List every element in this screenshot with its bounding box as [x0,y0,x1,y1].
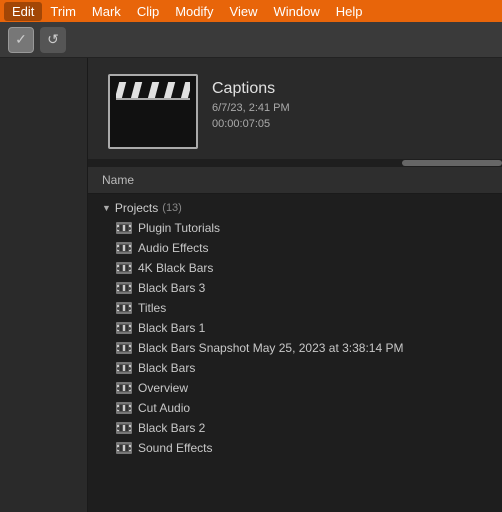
right-panel: Captions 6/7/23, 2:41 PM 00:00:07:05 Nam… [88,58,502,512]
list-item[interactable]: Black Bars [88,358,502,378]
item-label: Black Bars 1 [138,321,205,335]
preview-thumbnail [108,74,198,149]
projects-section: ▼ Projects (13) Plugin Tutorials Audio E… [88,194,502,462]
list-item[interactable]: Plugin Tutorials [88,218,502,238]
undo-button[interactable]: ↺ [40,27,66,53]
item-label: Black Bars 2 [138,421,205,435]
film-icon [116,362,132,374]
file-browser[interactable]: Name ▼ Projects (13) Plugin Tutorials Au… [88,167,502,512]
list-item[interactable]: Cut Audio [88,398,502,418]
menu-item-clip[interactable]: Clip [129,2,167,21]
film-icon [116,402,132,414]
film-icon [116,302,132,314]
preview-title: Captions [212,80,290,98]
browser-header: Name [88,167,502,194]
menu-item-mark[interactable]: Mark [84,2,129,21]
list-item[interactable]: Black Bars 3 [88,278,502,298]
list-item[interactable]: Black Bars 1 [88,318,502,338]
menu-item-trim[interactable]: Trim [42,2,84,21]
main-content: Captions 6/7/23, 2:41 PM 00:00:07:05 Nam… [0,58,502,512]
triangle-icon: ▼ [102,203,111,213]
preview-duration: 00:00:07:05 [212,118,290,130]
item-label: Audio Effects [138,241,209,255]
list-item[interactable]: Sound Effects [88,438,502,458]
item-label: Cut Audio [138,401,190,415]
item-label: Black Bars 3 [138,281,205,295]
menu-item-edit[interactable]: Edit [4,2,42,21]
menu-item-help[interactable]: Help [328,2,371,21]
menu-item-modify[interactable]: Modify [167,2,221,21]
film-icon [116,262,132,274]
item-label: Black Bars [138,361,195,375]
list-item[interactable]: Titles [88,298,502,318]
item-label: Plugin Tutorials [138,221,220,235]
film-icon [116,222,132,234]
item-label: 4K Black Bars [138,261,213,275]
menu-item-window[interactable]: Window [265,2,327,21]
horizontal-scrollbar[interactable] [88,159,502,167]
film-icon [116,342,132,354]
clapperboard-icon [116,82,190,142]
projects-root[interactable]: ▼ Projects (13) [88,198,502,218]
film-icon [116,322,132,334]
menu-bar: Edit Trim Mark Clip Modify View Window H… [0,0,502,22]
item-label: Sound Effects [138,441,213,455]
toolbar: ✓ ↺ [0,22,502,58]
item-label: Black Bars Snapshot May 25, 2023 at 3:38… [138,341,404,355]
item-label: Titles [138,301,166,315]
film-icon [116,282,132,294]
preview-info: Captions 6/7/23, 2:41 PM 00:00:07:05 [212,74,290,130]
film-icon [116,422,132,434]
projects-count: (13) [162,202,182,214]
list-item[interactable]: Black Bars Snapshot May 25, 2023 at 3:38… [88,338,502,358]
film-icon [116,442,132,454]
list-item[interactable]: Audio Effects [88,238,502,258]
preview-area: Captions 6/7/23, 2:41 PM 00:00:07:05 [88,58,502,159]
projects-label: Projects [115,201,158,215]
film-icon [116,382,132,394]
preview-date: 6/7/23, 2:41 PM [212,102,290,114]
item-label: Overview [138,381,188,395]
left-sidebar [0,58,88,512]
menu-item-view[interactable]: View [222,2,266,21]
list-item[interactable]: Overview [88,378,502,398]
check-button[interactable]: ✓ [8,27,34,53]
list-item[interactable]: 4K Black Bars [88,258,502,278]
list-item[interactable]: Black Bars 2 [88,418,502,438]
film-icon [116,242,132,254]
scrollbar-thumb[interactable] [402,160,502,166]
